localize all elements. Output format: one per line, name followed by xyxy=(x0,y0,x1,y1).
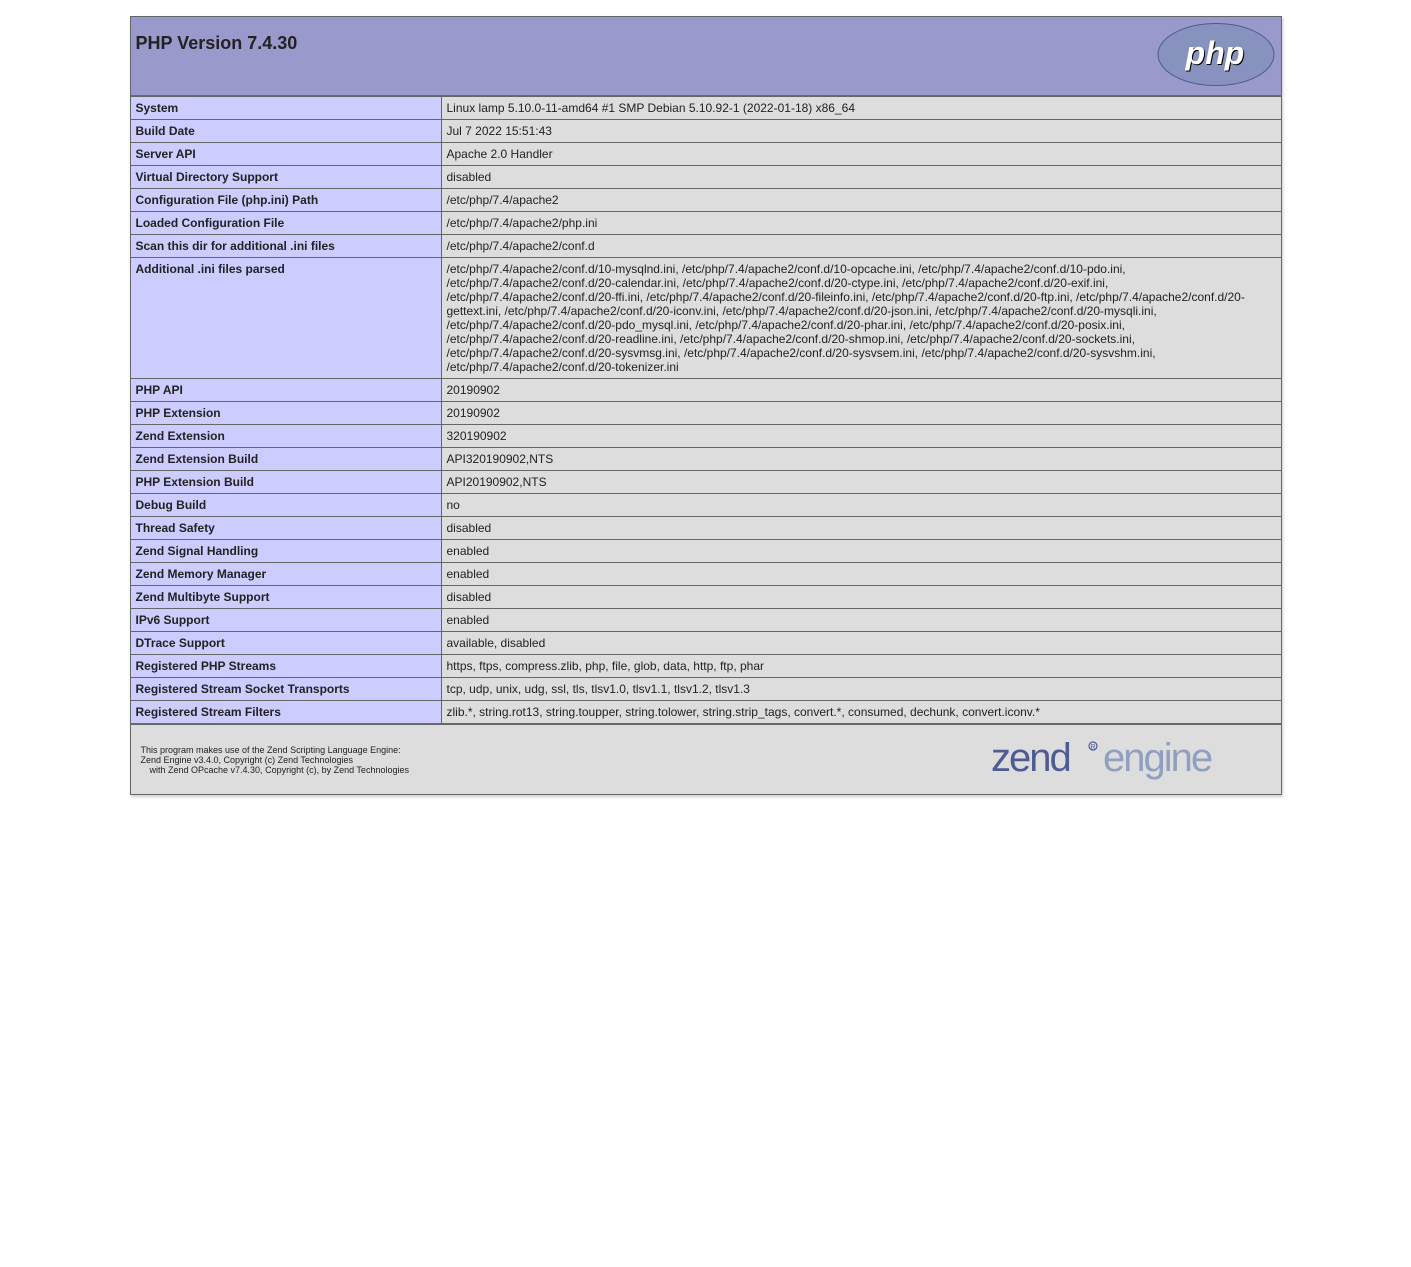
info-label: Loaded Configuration File xyxy=(130,212,441,235)
info-label: Zend Extension Build xyxy=(130,448,441,471)
zend-logo-icon: zend R engine xyxy=(991,733,1271,783)
info-label: PHP Extension xyxy=(130,402,441,425)
header-table: php php PHP Version 7.4.30 xyxy=(130,16,1282,96)
table-row: IPv6 Supportenabled xyxy=(130,609,1281,632)
table-row: Registered Stream Filterszlib.*, string.… xyxy=(130,701,1281,724)
info-label: Scan this dir for additional .ini files xyxy=(130,235,441,258)
info-value: https, ftps, compress.zlib, php, file, g… xyxy=(441,655,1281,678)
table-row: PHP Extension20190902 xyxy=(130,402,1281,425)
info-value: Apache 2.0 Handler xyxy=(441,143,1281,166)
info-value: tcp, udp, unix, udg, ssl, tls, tlsv1.0, … xyxy=(441,678,1281,701)
info-label: Registered Stream Socket Transports xyxy=(130,678,441,701)
info-value: /etc/php/7.4/apache2 xyxy=(441,189,1281,212)
table-row: Loaded Configuration File/etc/php/7.4/ap… xyxy=(130,212,1281,235)
info-label: PHP Extension Build xyxy=(130,471,441,494)
info-value: disabled xyxy=(441,586,1281,609)
table-row: Server APIApache 2.0 Handler xyxy=(130,143,1281,166)
info-value: Linux lamp 5.10.0-11-amd64 #1 SMP Debian… xyxy=(441,97,1281,120)
info-value: 20190902 xyxy=(441,379,1281,402)
zend-credits: This program makes use of the Zend Scrip… xyxy=(136,741,414,779)
info-value: /etc/php/7.4/apache2/conf.d/10-mysqlnd.i… xyxy=(441,258,1281,379)
table-row: Zend Memory Managerenabled xyxy=(130,563,1281,586)
zend-line-1: This program makes use of the Zend Scrip… xyxy=(141,745,401,755)
page-title: PHP Version 7.4.30 xyxy=(136,33,1276,54)
info-value: disabled xyxy=(441,166,1281,189)
info-value: /etc/php/7.4/apache2/php.ini xyxy=(441,212,1281,235)
info-label: Build Date xyxy=(130,120,441,143)
info-value: Jul 7 2022 15:51:43 xyxy=(441,120,1281,143)
info-label: Zend Memory Manager xyxy=(130,563,441,586)
table-row: SystemLinux lamp 5.10.0-11-amd64 #1 SMP … xyxy=(130,97,1281,120)
table-row: Debug Buildno xyxy=(130,494,1281,517)
info-value: enabled xyxy=(441,540,1281,563)
info-value: enabled xyxy=(441,563,1281,586)
table-row: Zend Multibyte Supportdisabled xyxy=(130,586,1281,609)
table-row: Zend Signal Handlingenabled xyxy=(130,540,1281,563)
table-row: Registered PHP Streamshttps, ftps, compr… xyxy=(130,655,1281,678)
table-row: Zend Extension BuildAPI320190902,NTS xyxy=(130,448,1281,471)
table-row: Registered Stream Socket Transportstcp, … xyxy=(130,678,1281,701)
zend-footer-table: This program makes use of the Zend Scrip… xyxy=(130,724,1282,795)
info-label: DTrace Support xyxy=(130,632,441,655)
info-table: SystemLinux lamp 5.10.0-11-amd64 #1 SMP … xyxy=(130,96,1282,724)
table-row: Scan this dir for additional .ini files/… xyxy=(130,235,1281,258)
zend-line-3: with Zend OPcache v7.4.30, Copyright (c)… xyxy=(150,765,409,775)
info-label: Zend Multibyte Support xyxy=(130,586,441,609)
info-value: /etc/php/7.4/apache2/conf.d xyxy=(441,235,1281,258)
info-label: Debug Build xyxy=(130,494,441,517)
zend-logo-link[interactable]: zend R engine xyxy=(986,729,1276,790)
info-label: Configuration File (php.ini) Path xyxy=(130,189,441,212)
table-row: Configuration File (php.ini) Path/etc/ph… xyxy=(130,189,1281,212)
info-label: PHP API xyxy=(130,379,441,402)
info-label: Virtual Directory Support xyxy=(130,166,441,189)
info-value: disabled xyxy=(441,517,1281,540)
info-value: no xyxy=(441,494,1281,517)
info-label: Server API xyxy=(130,143,441,166)
table-row: Thread Safetydisabled xyxy=(130,517,1281,540)
info-label: IPv6 Support xyxy=(130,609,441,632)
zend-line-2: Zend Engine v3.4.0, Copyright (c) Zend T… xyxy=(141,755,353,765)
info-value: API20190902,NTS xyxy=(441,471,1281,494)
info-label: Registered Stream Filters xyxy=(130,701,441,724)
info-value: 20190902 xyxy=(441,402,1281,425)
svg-text:engine: engine xyxy=(1103,736,1212,780)
info-label: Zend Extension xyxy=(130,425,441,448)
table-row: DTrace Supportavailable, disabled xyxy=(130,632,1281,655)
php-logo-link[interactable]: php php xyxy=(1156,21,1276,91)
info-label: Registered PHP Streams xyxy=(130,655,441,678)
info-label: Thread Safety xyxy=(130,517,441,540)
info-value: enabled xyxy=(441,609,1281,632)
info-value: zlib.*, string.rot13, string.toupper, st… xyxy=(441,701,1281,724)
info-value: API320190902,NTS xyxy=(441,448,1281,471)
info-label: Zend Signal Handling xyxy=(130,540,441,563)
info-label: System xyxy=(130,97,441,120)
table-row: Virtual Directory Supportdisabled xyxy=(130,166,1281,189)
table-row: Build DateJul 7 2022 15:51:43 xyxy=(130,120,1281,143)
table-row: Zend Extension320190902 xyxy=(130,425,1281,448)
table-row: PHP Extension BuildAPI20190902,NTS xyxy=(130,471,1281,494)
table-row: PHP API20190902 xyxy=(130,379,1281,402)
info-value: 320190902 xyxy=(441,425,1281,448)
svg-text:R: R xyxy=(1090,744,1095,751)
php-logo-icon: php php xyxy=(1156,21,1276,88)
table-row: Additional .ini files parsed/etc/php/7.4… xyxy=(130,258,1281,379)
svg-text:zend: zend xyxy=(991,736,1070,780)
info-value: available, disabled xyxy=(441,632,1281,655)
svg-text:php: php xyxy=(1184,35,1244,71)
info-label: Additional .ini files parsed xyxy=(130,258,441,379)
